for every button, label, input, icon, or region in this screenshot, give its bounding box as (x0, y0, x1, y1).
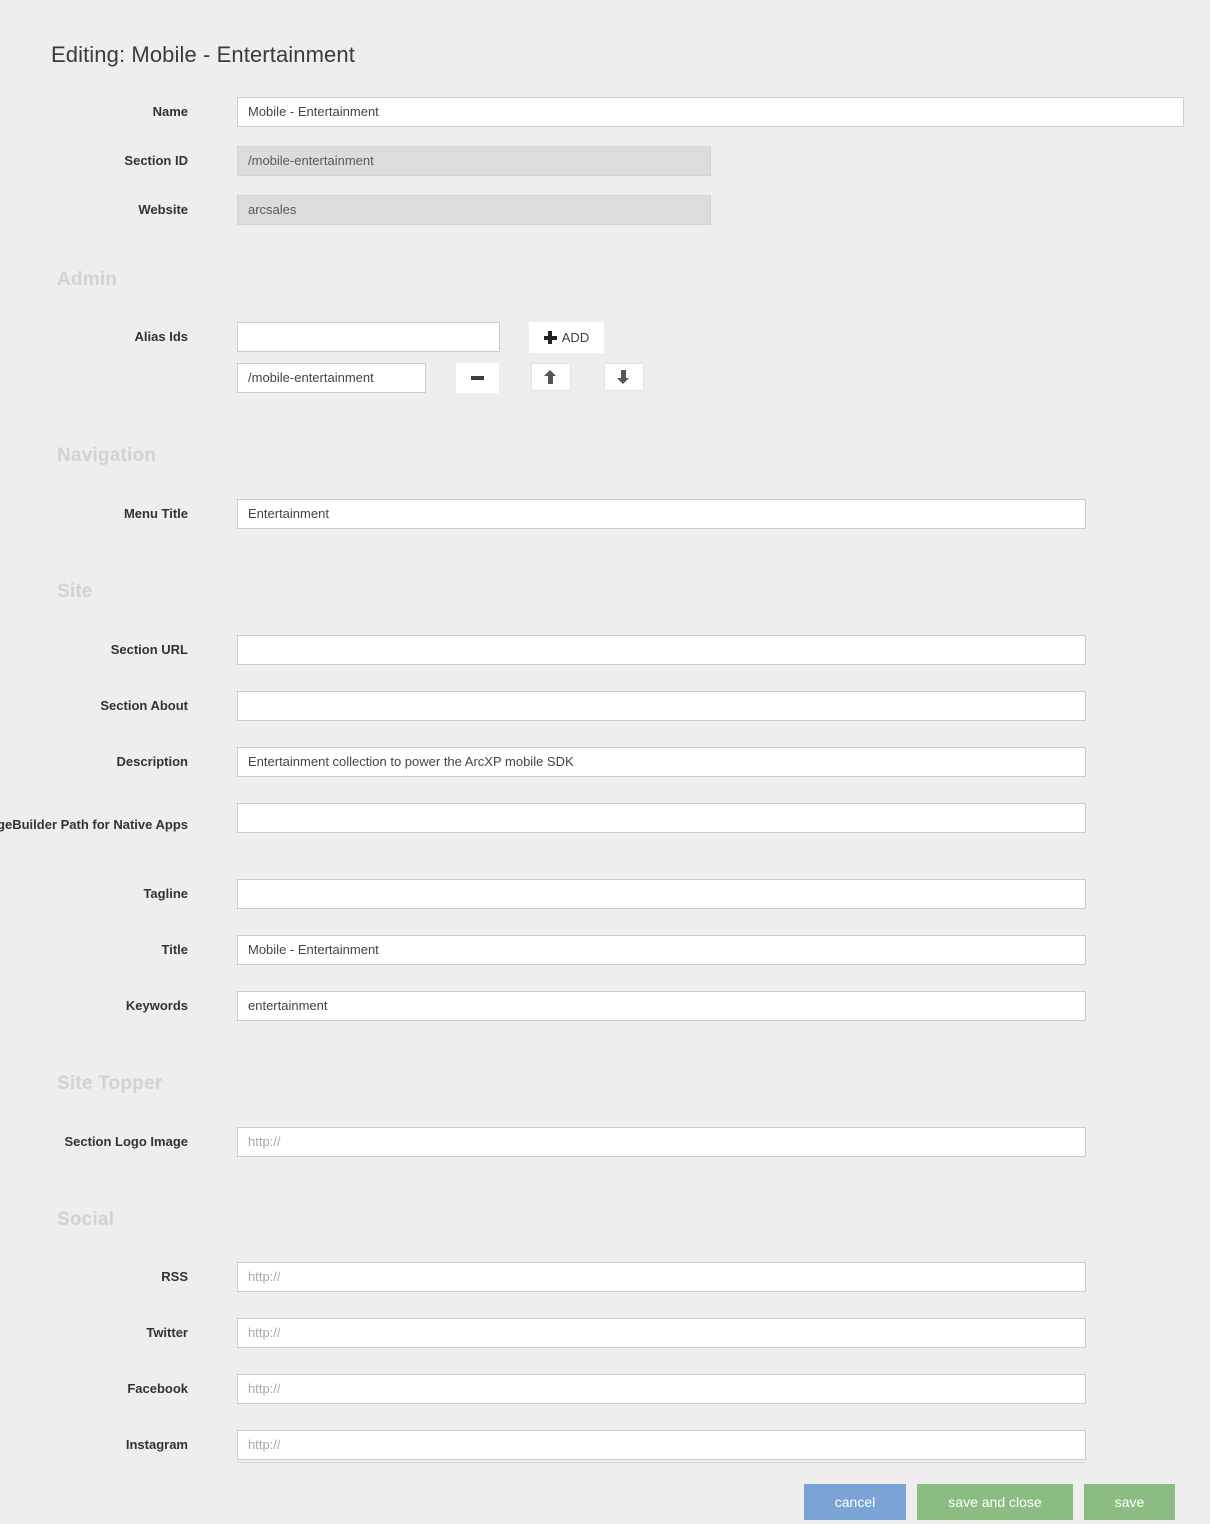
label-pagebuilder-path: PageBuilder Path for Native Apps (0, 817, 188, 832)
alias-ids-new-input[interactable] (237, 322, 500, 352)
move-alias-up-button[interactable] (531, 363, 571, 391)
label-description: Description (116, 754, 188, 769)
label-rss: RSS (161, 1269, 188, 1284)
action-bar: cancel save and close save (0, 1484, 1210, 1524)
section-heading-site: Site (57, 581, 93, 602)
rss-placeholder: http:// (248, 1269, 281, 1284)
save-button[interactable]: save (1084, 1484, 1175, 1520)
label-menu-title: Menu Title (123, 506, 188, 521)
label-section-id: Section ID (124, 153, 188, 168)
page-title: Editing: Mobile - Entertainment (51, 42, 355, 67)
label-section-url: Section URL (110, 642, 188, 657)
section-url-input[interactable] (237, 635, 1086, 665)
section-heading-navigation: Navigation (57, 445, 157, 466)
label-title: Title (161, 942, 189, 957)
section-editor-page: Editing: Mobile - Entertainment Name Mob… (0, 0, 1210, 1520)
minus-icon (471, 376, 484, 380)
label-facebook: Facebook (127, 1381, 188, 1396)
section-logo-image-placeholder: http:// (248, 1134, 281, 1149)
alias-id-input[interactable]: /mobile-entertainment (237, 363, 426, 393)
twitter-placeholder: http:// (248, 1325, 281, 1340)
facebook-input[interactable]: http:// (237, 1374, 1086, 1404)
remove-alias-button[interactable] (456, 363, 499, 393)
menu-title-input[interactable]: Entertainment (237, 499, 1086, 529)
rss-input[interactable]: http:// (237, 1262, 1086, 1292)
label-name: Name (152, 104, 188, 119)
label-instagram: Instagram (125, 1437, 188, 1452)
move-alias-down-button[interactable] (604, 363, 644, 391)
website-input: arcsales (237, 195, 711, 225)
section-about-input[interactable] (237, 691, 1086, 721)
title-input[interactable]: Mobile - Entertainment (237, 935, 1086, 965)
arrow-up-icon (544, 370, 558, 384)
label-keywords: Keywords (125, 998, 188, 1013)
section-id-input: /mobile-entertainment (237, 146, 711, 176)
label-alias-ids: Alias Ids (134, 329, 188, 344)
arrow-down-icon (617, 370, 631, 384)
add-alias-label: ADD (561, 330, 590, 345)
facebook-placeholder: http:// (248, 1381, 281, 1396)
instagram-placeholder: http:// (248, 1437, 281, 1452)
name-input[interactable]: Mobile - Entertainment (237, 97, 1184, 127)
section-heading-site-topper: Site Topper (57, 1073, 163, 1094)
label-section-logo-image: Section Logo Image (64, 1134, 188, 1149)
cancel-button[interactable]: cancel (804, 1484, 906, 1520)
label-section-about: Section About (100, 698, 188, 713)
section-heading-social: Social (57, 1209, 115, 1230)
description-input[interactable]: Entertainment collection to power the Ar… (237, 747, 1086, 777)
plus-icon (543, 331, 557, 344)
label-website: Website (138, 202, 188, 217)
tagline-input[interactable] (237, 879, 1086, 909)
instagram-input[interactable]: http:// (237, 1430, 1086, 1460)
add-alias-button[interactable]: ADD (529, 322, 604, 353)
label-twitter: Twitter (146, 1325, 188, 1340)
section-logo-image-input[interactable]: http:// (237, 1127, 1086, 1157)
save-and-close-button[interactable]: save and close (917, 1484, 1073, 1520)
pagebuilder-path-input[interactable] (237, 803, 1086, 833)
section-heading-admin: Admin (57, 269, 118, 290)
label-tagline: Tagline (143, 886, 188, 901)
keywords-input[interactable]: entertainment (237, 991, 1086, 1021)
twitter-input[interactable]: http:// (237, 1318, 1086, 1348)
form-divider (237, 1462, 1086, 1463)
